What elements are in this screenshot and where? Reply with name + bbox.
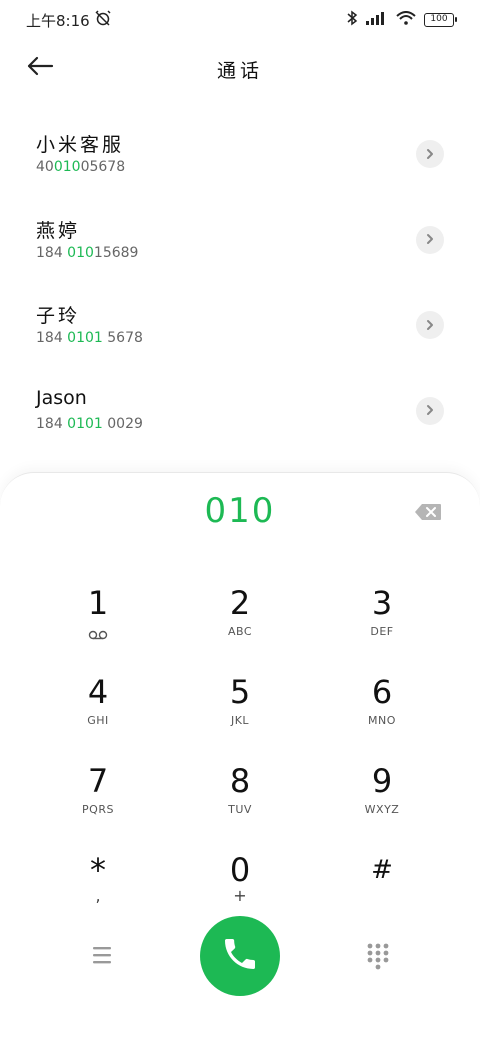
- contact-row[interactable]: Jason 184 0101 0029: [0, 367, 480, 453]
- key-letters: JKL: [230, 714, 250, 727]
- contact-number: 184 0101 5678: [36, 330, 143, 346]
- key-digit: #: [371, 855, 393, 885]
- page-title: 通话: [216, 60, 263, 82]
- key-digit: 2: [229, 584, 251, 622]
- wifi-icon: [396, 11, 416, 29]
- bottom-action-bar: [0, 914, 480, 998]
- backspace-button[interactable]: [414, 503, 442, 521]
- key-letters: DEF: [370, 625, 394, 638]
- key-6[interactable]: 6 MNO: [322, 666, 442, 746]
- contact-number: 4001005678: [36, 159, 126, 175]
- key-letters: ABC: [227, 625, 253, 638]
- key-letters: TUV: [228, 803, 252, 816]
- key-hash[interactable]: #: [322, 844, 442, 924]
- alarm-off-icon: [94, 10, 112, 30]
- key-0[interactable]: 0 +: [180, 844, 300, 924]
- key-star[interactable]: * ,: [38, 844, 158, 924]
- number-match: 010: [67, 244, 94, 261]
- chevron-right-icon: [425, 230, 435, 249]
- phone-icon: [220, 934, 260, 978]
- contact-name: 小米客服: [36, 134, 125, 156]
- key-digit: *: [90, 851, 106, 889]
- key-digit: 1: [87, 584, 109, 622]
- call-button[interactable]: [200, 916, 280, 996]
- number-match: 0101: [67, 330, 103, 346]
- contact-row[interactable]: 子玲 184 0101 5678: [0, 281, 480, 367]
- key-9[interactable]: 9 WXYZ: [322, 755, 442, 835]
- status-bar: 上午8:16 100: [0, 0, 480, 40]
- contact-name: 子玲: [36, 305, 81, 327]
- keypad-toggle-button[interactable]: [366, 942, 390, 970]
- key-letters: WXYZ: [364, 803, 400, 816]
- contact-detail-button[interactable]: [416, 140, 444, 168]
- key-digit: 9: [371, 762, 393, 800]
- bluetooth-icon: [346, 10, 358, 30]
- contact-name: 燕婷: [36, 219, 81, 242]
- contact-detail-button[interactable]: [416, 311, 444, 339]
- key-7[interactable]: 7 PQRS: [38, 755, 158, 835]
- key-4[interactable]: 4 GHI: [38, 666, 158, 746]
- contact-name: Jason: [36, 386, 87, 409]
- menu-button[interactable]: [90, 944, 114, 966]
- contact-detail-button[interactable]: [416, 396, 444, 425]
- key-3[interactable]: 3 DEF: [322, 577, 442, 657]
- key-5[interactable]: 5 JKL: [180, 666, 300, 746]
- key-letters: PQRS: [82, 803, 114, 816]
- key-digit: 0: [229, 851, 251, 889]
- contact-row[interactable]: 燕婷 184 01015689: [0, 196, 480, 282]
- key-digit: 7: [87, 762, 109, 800]
- chevron-right-icon: [425, 145, 435, 164]
- key-digit: 8: [229, 762, 251, 800]
- key-digit: 6: [371, 673, 393, 711]
- key-letters: ,: [95, 886, 101, 905]
- header: 通话: [0, 40, 480, 96]
- dial-number-display: 010: [204, 491, 276, 531]
- menu-icon: [90, 947, 114, 970]
- key-letters: +: [233, 886, 247, 905]
- voicemail-icon: [88, 625, 108, 644]
- contact-number: 184 01015689: [36, 244, 139, 261]
- backspace-icon: [414, 504, 442, 525]
- status-left: 上午8:16: [26, 10, 112, 31]
- key-letters: GHI: [87, 714, 109, 727]
- contact-list: 小米客服 4001005678 燕婷 184 01015689 子玲 184 0…: [0, 110, 480, 452]
- number-match: 0101: [67, 415, 103, 432]
- contact-number: 184 0101 0029: [36, 415, 143, 432]
- key-digit: 3: [371, 584, 393, 622]
- contact-detail-button[interactable]: [416, 225, 444, 254]
- key-1[interactable]: 1: [38, 577, 158, 657]
- key-2[interactable]: 2 ABC: [180, 577, 300, 657]
- chevron-right-icon: [425, 401, 435, 420]
- key-letters: MNO: [368, 714, 396, 727]
- signal-icon: [366, 11, 388, 29]
- number-match: 010: [53, 159, 81, 175]
- status-right: 100: [346, 10, 457, 30]
- key-digit: 4: [87, 673, 109, 711]
- contact-row[interactable]: 小米客服 4001005678: [0, 110, 480, 196]
- key-digit: 5: [229, 673, 251, 711]
- key-8[interactable]: 8 TUV: [180, 755, 300, 835]
- status-time: 上午8:16: [26, 11, 90, 30]
- dialpad-icon: [366, 943, 390, 974]
- battery-icon: 100: [424, 13, 457, 27]
- chevron-right-icon: [425, 316, 435, 335]
